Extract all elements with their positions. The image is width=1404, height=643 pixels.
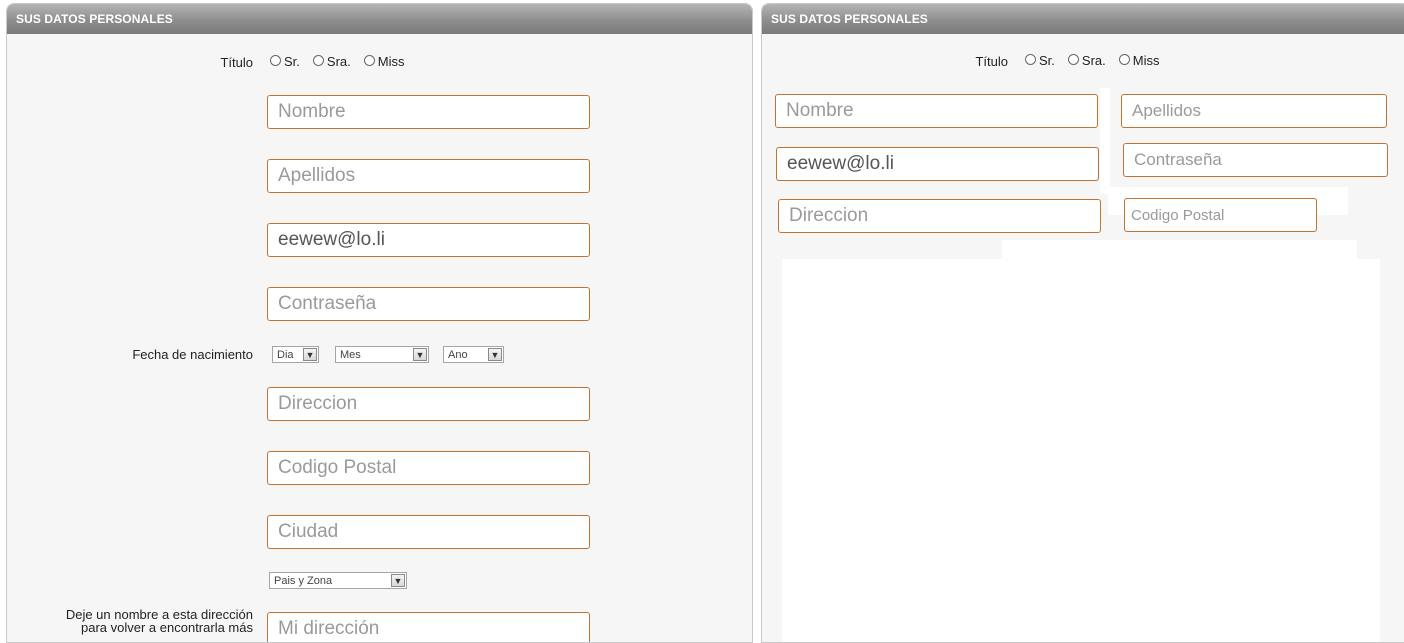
direccion-input[interactable] bbox=[267, 387, 590, 421]
radio-circle[interactable] bbox=[270, 55, 281, 66]
chevron-down-icon: ▼ bbox=[413, 348, 427, 361]
radio-miss[interactable]: Miss bbox=[363, 54, 404, 69]
titulo-radio-group: Sr. Sra. Miss bbox=[270, 54, 417, 69]
blank-area bbox=[782, 259, 1380, 642]
titulo-label: Título bbox=[220, 55, 253, 70]
radio-sra[interactable]: Sra. bbox=[312, 54, 351, 69]
nombre-input[interactable] bbox=[267, 95, 590, 129]
radio-circle[interactable] bbox=[1118, 54, 1130, 65]
password-input[interactable] bbox=[267, 287, 590, 321]
radio-sra[interactable]: Sra. bbox=[1067, 53, 1106, 68]
direccion-input[interactable] bbox=[778, 199, 1101, 233]
radio-circle[interactable] bbox=[1067, 54, 1079, 65]
radio-circle[interactable] bbox=[363, 55, 375, 66]
apellidos-input[interactable] bbox=[267, 159, 590, 193]
pais-select[interactable]: Pais y Zona ▼ bbox=[269, 572, 407, 589]
titulo-label: Título bbox=[975, 54, 1008, 69]
email-input[interactable] bbox=[267, 223, 590, 257]
titulo-radio-group: Sr. Sra. Miss bbox=[1025, 53, 1172, 68]
chevron-down-icon: ▼ bbox=[391, 574, 405, 587]
password-input[interactable] bbox=[1123, 143, 1388, 177]
radio-sr[interactable]: Sr. bbox=[270, 54, 300, 69]
personal-data-panel-right: SUS DATOS PERSONALES Título Sr. Sra. Mis… bbox=[761, 3, 1404, 643]
personal-data-panel-left: SUS DATOS PERSONALES Título Sr. Sra. Mis… bbox=[6, 3, 753, 643]
codigo-postal-input[interactable] bbox=[1124, 198, 1317, 232]
year-select[interactable]: Ano ▼ bbox=[443, 346, 504, 363]
ciudad-input[interactable] bbox=[267, 515, 590, 549]
blank-area bbox=[1100, 88, 1110, 194]
radio-sr[interactable]: Sr. bbox=[1025, 53, 1055, 68]
day-select[interactable]: Dia ▼ bbox=[272, 346, 319, 363]
radio-miss[interactable]: Miss bbox=[1118, 53, 1159, 68]
email-input[interactable] bbox=[776, 147, 1099, 181]
alias-input[interactable] bbox=[267, 612, 590, 642]
panel-header: SUS DATOS PERSONALES bbox=[762, 4, 1404, 34]
chevron-down-icon: ▼ bbox=[488, 348, 502, 361]
month-select[interactable]: Mes ▼ bbox=[335, 346, 429, 363]
birth-date-label: Fecha de nacimiento bbox=[132, 347, 253, 362]
alias-label: Deje un nombre a esta dirección para vol… bbox=[65, 607, 253, 635]
radio-circle[interactable] bbox=[1025, 54, 1036, 65]
codigo-postal-input[interactable] bbox=[267, 451, 590, 485]
nombre-input[interactable] bbox=[775, 94, 1098, 128]
radio-circle[interactable] bbox=[312, 55, 324, 66]
chevron-down-icon: ▼ bbox=[303, 348, 317, 361]
panel-header: SUS DATOS PERSONALES bbox=[7, 4, 752, 34]
apellidos-input[interactable] bbox=[1121, 94, 1387, 128]
